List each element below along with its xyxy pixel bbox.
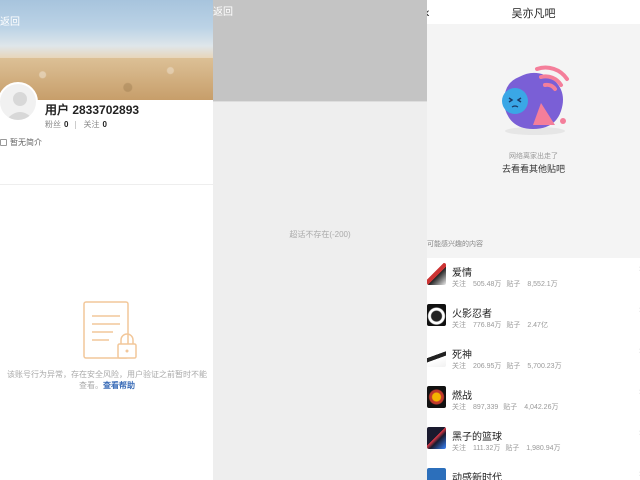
forum-thumbnail bbox=[427, 427, 446, 449]
browse-other-tieba-text[interactable]: 去看看其他贴吧 bbox=[427, 162, 640, 175]
network-error-area: 网络离家出走了 去看看其他贴吧 bbox=[427, 24, 640, 230]
follow-label: 关注 bbox=[452, 322, 466, 329]
forum-meta: 关注 206.95万 贴子 5,700.23万 bbox=[452, 361, 562, 371]
supertopic-panel: 返回 超话不存在(-200) bbox=[213, 0, 427, 480]
forum-name: 火影忍者 bbox=[452, 309, 492, 320]
default-avatar-icon bbox=[6, 92, 34, 120]
posts-label: 贴子 bbox=[505, 445, 520, 452]
forum-thumbnail bbox=[427, 304, 446, 326]
bio-text: 暂无简介 bbox=[10, 138, 42, 147]
list-item[interactable]: 黑子的篮球 关注 111.32万贴子 1,980.94万 › bbox=[427, 422, 640, 463]
view-help-link[interactable]: 查看帮助 bbox=[103, 381, 135, 390]
header-placeholder bbox=[213, 0, 427, 102]
network-error-illustration bbox=[497, 59, 573, 144]
back-button-2[interactable]: 返回 bbox=[213, 3, 233, 18]
nav-bar: ‹ 吴亦凡吧 bbox=[427, 0, 640, 24]
forum-name: 燃战 bbox=[452, 391, 472, 402]
follow-label: 关注 bbox=[452, 404, 466, 411]
stats-divider bbox=[75, 120, 77, 129]
forum-name: 黑子的篮球 bbox=[452, 432, 502, 443]
forum-meta: 关注 111.32万 贴子 1,980.94万 bbox=[452, 443, 561, 453]
forum-thumbnail bbox=[427, 345, 446, 367]
follow-count: 897,339 bbox=[472, 404, 499, 411]
posts-count: 4,042.26万 bbox=[524, 404, 559, 411]
network-error-text: 网络离家出走了 bbox=[509, 153, 558, 160]
locked-document-icon bbox=[83, 300, 139, 367]
section-divider bbox=[0, 184, 213, 185]
posts-label: 贴子 bbox=[506, 322, 521, 329]
followers-count: 0 bbox=[64, 120, 69, 129]
profile-panel: 返回 用户 2833702893 粉丝 0 关注 0 暂无简介 该账号行为异常，… bbox=[0, 0, 213, 480]
bio-row: 暂无简介 bbox=[0, 137, 42, 148]
forum-meta: 关注 776.84万 贴子 2.47亿 bbox=[452, 320, 548, 330]
posts-label: 贴子 bbox=[506, 363, 521, 370]
forum-name: 死神 bbox=[452, 350, 472, 361]
tieba-panel: ‹ 吴亦凡吧 网络离家出走了 去看看其他贴吧 可能感兴趣的内容 bbox=[427, 0, 640, 480]
follow-stats: 粉丝 0 关注 0 bbox=[45, 119, 107, 130]
list-item[interactable]: 动感新时代 › bbox=[427, 463, 640, 480]
follow-count: 206.95万 bbox=[472, 363, 502, 370]
forum-thumbnail bbox=[427, 386, 446, 408]
follow-label: 关注 bbox=[452, 445, 466, 452]
forum-thumbnail bbox=[427, 263, 446, 285]
list-item[interactable]: 爱情 关注 505.48万贴子 8,552.1万 › bbox=[427, 258, 640, 299]
followers-stat[interactable]: 粉丝 0 bbox=[45, 119, 68, 130]
posts-label: 贴子 bbox=[503, 404, 518, 411]
follow-count: 111.32万 bbox=[472, 445, 501, 452]
forum-meta: 关注 897,339 贴子 4,042.26万 bbox=[452, 402, 558, 412]
follow-count: 776.84万 bbox=[472, 322, 502, 329]
username: 用户 2833702893 bbox=[45, 103, 140, 117]
list-item[interactable]: 火影忍者 关注 776.84万贴子 2.47亿 › bbox=[427, 299, 640, 340]
posts-count: 2.47亿 bbox=[527, 322, 548, 329]
section-header-text: 可能感兴趣的内容 bbox=[427, 241, 483, 248]
bio-icon bbox=[0, 139, 7, 146]
forum-meta: 关注 505.48万 贴子 8,552.1万 bbox=[452, 279, 558, 289]
posts-count: 5,700.23万 bbox=[527, 363, 562, 370]
following-count: 0 bbox=[102, 120, 107, 129]
posts-count: 1,980.94万 bbox=[526, 445, 561, 452]
list-item[interactable]: 燃战 关注 897,339贴子 4,042.26万 › bbox=[427, 381, 640, 422]
recommend-list: 爱情 关注 505.48万贴子 8,552.1万 › 火影忍者 关注 776.8… bbox=[427, 258, 640, 480]
followers-label: 粉丝 bbox=[45, 120, 61, 129]
following-stat[interactable]: 关注 0 bbox=[83, 119, 106, 130]
following-label: 关注 bbox=[83, 120, 100, 129]
security-warning: 该账号行为异常，存在安全风险，用户验证之前暂时不能查看。查看帮助 bbox=[5, 369, 209, 391]
page-title: 吴亦凡吧 bbox=[511, 8, 556, 20]
forum-thumbnail bbox=[427, 468, 446, 480]
follow-label: 关注 bbox=[452, 363, 466, 370]
recommend-section-header: 可能感兴趣的内容 bbox=[427, 230, 640, 258]
list-item[interactable]: 死神 关注 206.95万贴子 5,700.23万 › bbox=[427, 340, 640, 381]
posts-count: 8,552.1万 bbox=[527, 281, 558, 288]
avatar bbox=[0, 82, 38, 122]
follow-count: 505.48万 bbox=[472, 281, 502, 288]
back-button[interactable]: 返回 bbox=[0, 13, 20, 28]
follow-label: 关注 bbox=[452, 281, 466, 288]
error-message: 超话不存在(-200) bbox=[289, 230, 351, 239]
forum-name: 动感新时代 bbox=[452, 473, 502, 480]
forum-name: 爱情 bbox=[452, 268, 472, 279]
posts-label: 贴子 bbox=[506, 281, 521, 288]
